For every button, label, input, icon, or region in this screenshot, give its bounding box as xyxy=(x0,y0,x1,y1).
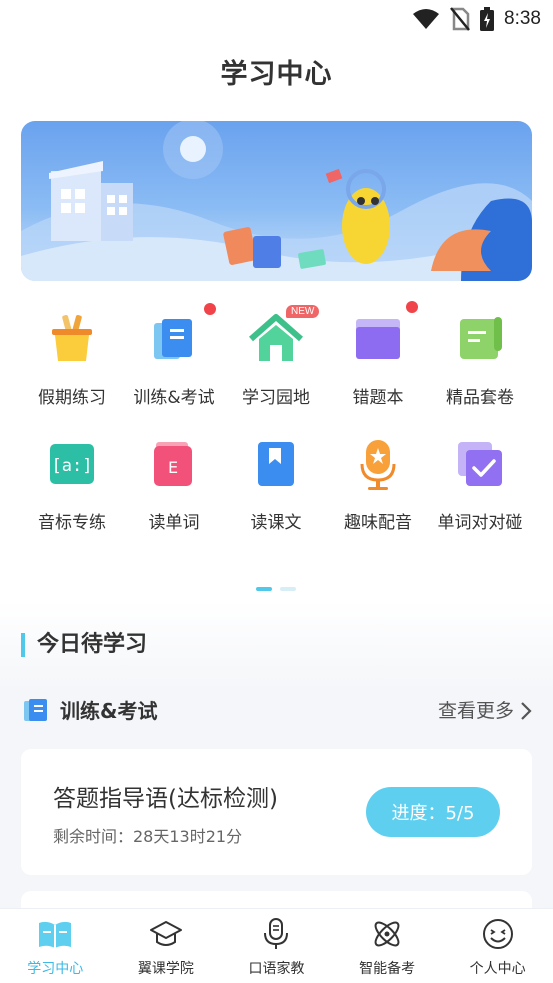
feature-training-exam[interactable]: 训练&考试 xyxy=(123,303,225,408)
new-badge: NEW xyxy=(286,305,320,318)
feature-label: 训练&考试 xyxy=(133,388,215,408)
status-bar: 8:38 xyxy=(0,0,553,38)
task-remaining-time: 剩余时间：28天13时21分 xyxy=(53,827,243,846)
status-icons: 8:38 xyxy=(412,6,541,32)
chevron-right-icon xyxy=(521,702,532,720)
page-indicator xyxy=(256,587,296,591)
feature-dubbing[interactable]: 趣味配音 xyxy=(327,438,429,533)
tab-study-center[interactable]: 学习中心 xyxy=(0,909,111,983)
status-time: 8:38 xyxy=(504,8,541,29)
task-progress-button[interactable]: 进度：5/5 xyxy=(366,787,500,837)
atom-icon xyxy=(374,921,400,947)
checkbox-stack-icon xyxy=(458,442,502,486)
svg-text:E: E xyxy=(168,458,178,477)
feature-mistake-book[interactable]: 错题本 xyxy=(327,301,429,408)
feature-grid-row-2: [a:] 音标专练 E 读单词 读课文 趣味配音 单词对对碰 xyxy=(0,438,553,533)
feature-grid-row-1: 假期练习 训练&考试 NEW 学习园地 错题本 精品套卷 xyxy=(0,301,553,408)
see-more-label: 查看更多 xyxy=(437,700,514,722)
page-dot-active xyxy=(256,587,272,591)
feature-label: 学习园地 xyxy=(242,388,310,408)
feature-phonetics[interactable]: [a:] 音标专练 xyxy=(21,438,123,533)
banner-carousel[interactable] xyxy=(21,121,532,281)
battery-charging-icon xyxy=(480,7,495,31)
tab-label: 学习中心 xyxy=(27,961,84,977)
tab-personal-center[interactable]: 个人中心 xyxy=(442,909,553,983)
feature-label: 精品套卷 xyxy=(446,388,514,408)
open-book-icon xyxy=(39,921,72,948)
bookmark-book-icon xyxy=(258,442,294,486)
wifi-icon xyxy=(413,9,440,29)
graduation-cap-icon xyxy=(149,921,182,946)
feature-holiday-practice[interactable]: 假期练习 xyxy=(21,313,123,408)
notebook-icon xyxy=(24,699,47,721)
microphone-outline-icon xyxy=(264,918,289,949)
tab-label: 智能备考 xyxy=(359,961,416,977)
phonetic-icon: [a:] xyxy=(50,444,94,484)
notebook-icon xyxy=(154,319,192,359)
svg-text:[a:]: [a:] xyxy=(52,456,93,476)
feature-label: 单词对对碰 xyxy=(437,513,523,533)
tab-label: 个人中心 xyxy=(469,961,526,977)
tab-oral-tutor[interactable]: 口语家教 xyxy=(221,909,332,983)
task-card[interactable]: 答题指导语(达标检测) 剩余时间：28天13时21分 进度：5/5 xyxy=(21,749,532,875)
today-section-title: 今日待学习 xyxy=(21,633,147,657)
task-title: 答题指导语(达标检测) xyxy=(53,786,278,812)
basket-icon xyxy=(52,314,92,361)
feature-read-text[interactable]: 读课文 xyxy=(225,438,327,533)
folder-icon xyxy=(356,319,400,359)
feature-label: 读单词 xyxy=(148,513,200,533)
paper-roll-icon xyxy=(460,317,502,359)
smiley-icon xyxy=(482,919,513,949)
feature-premium-papers[interactable]: 精品套卷 xyxy=(429,313,531,408)
see-more-link[interactable]: 查看更多 xyxy=(438,696,532,726)
page-dot xyxy=(280,587,296,591)
training-header: 训练&考试 查看更多 xyxy=(22,696,532,726)
tab-smart-exam-prep[interactable]: 智能备考 xyxy=(332,909,443,983)
tab-label: 口语家教 xyxy=(248,961,305,977)
tab-yike-academy[interactable]: 翼课学院 xyxy=(111,909,222,983)
feature-label: 假期练习 xyxy=(38,388,106,408)
notification-dot xyxy=(204,303,216,315)
feature-word-match[interactable]: 单词对对碰 xyxy=(429,438,531,533)
no-sim-icon xyxy=(450,7,470,31)
word-card-icon: E xyxy=(154,442,192,486)
feature-study-garden[interactable]: NEW 学习园地 xyxy=(225,305,327,408)
feature-label: 错题本 xyxy=(352,388,404,408)
microphone-icon xyxy=(360,440,396,490)
tab-label: 翼课学院 xyxy=(137,961,194,977)
training-title: 训练&考试 xyxy=(60,699,158,723)
feature-label: 音标专练 xyxy=(38,513,106,533)
page-title: 学习中心 xyxy=(220,59,333,90)
notification-dot xyxy=(406,301,418,313)
banner-illustration xyxy=(21,121,532,281)
bottom-tab-bar: 学习中心 翼课学院 口语家教 智能备考 个人中心 xyxy=(0,908,553,983)
house-icon xyxy=(249,314,303,361)
feature-label: 趣味配音 xyxy=(344,513,412,533)
feature-read-words[interactable]: E 读单词 xyxy=(123,438,225,533)
feature-label: 读课文 xyxy=(250,513,302,533)
